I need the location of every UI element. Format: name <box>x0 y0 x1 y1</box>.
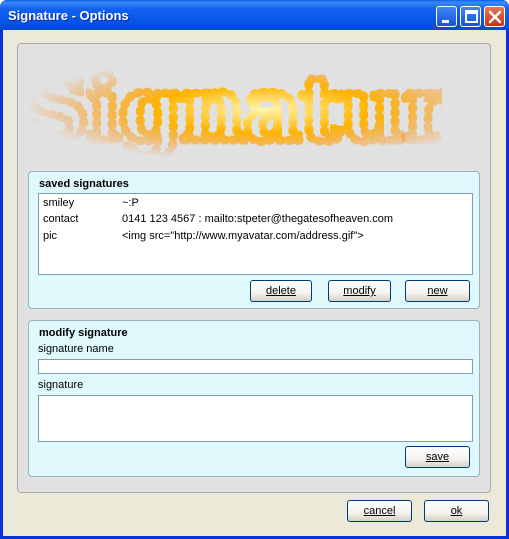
options-window: Signature - Options Signature <box>0 0 509 539</box>
minimize-icon <box>442 20 449 23</box>
list-item[interactable]: smiley ~:P <box>39 195 472 211</box>
svg-text:Signature: Signature <box>24 56 442 162</box>
signature-banner-logo: Signature <box>22 52 442 163</box>
options-panel: Signature saved signatures smiley ~:P co… <box>17 43 491 493</box>
save-button[interactable]: save <box>405 446 470 468</box>
modify-button[interactable]: modify <box>328 280 391 302</box>
modify-signature-group: modify signature signature name signatur… <box>28 320 480 477</box>
list-item[interactable]: contact 0141 123 4567 : mailto:stpeter@t… <box>39 211 472 227</box>
signature-value: ~:P <box>122 197 139 209</box>
dialog-body: Signature saved signatures smiley ~:P co… <box>3 30 506 536</box>
signature-label: signature <box>38 379 84 391</box>
close-button[interactable] <box>484 6 505 27</box>
close-icon <box>488 10 502 24</box>
list-item[interactable]: pic <img src="http://www.myavatar.com/ad… <box>39 228 472 244</box>
delete-button[interactable]: delete <box>250 280 312 302</box>
signature-textarea[interactable] <box>38 395 473 442</box>
signatures-list[interactable]: smiley ~:P contact 0141 123 4567 : mailt… <box>38 193 473 275</box>
signature-value: <img src="http://www.myavatar.com/addres… <box>122 230 364 242</box>
signature-name: contact <box>43 213 79 225</box>
ok-button[interactable]: ok <box>424 500 489 522</box>
window-title: Signature - Options <box>8 8 129 23</box>
saved-signatures-title: saved signatures <box>39 178 129 190</box>
minimize-button[interactable] <box>436 6 457 27</box>
saved-signatures-group: saved signatures smiley ~:P contact 0141… <box>28 171 480 309</box>
signature-value: 0141 123 4567 : mailto:stpeter@thegateso… <box>122 213 394 225</box>
cancel-button[interactable]: cancel <box>347 500 412 522</box>
maximize-button[interactable] <box>460 6 481 27</box>
new-button[interactable]: new <box>405 280 470 302</box>
signature-name: pic <box>43 230 58 242</box>
signature-name: smiley <box>43 197 75 209</box>
maximize-icon <box>465 10 478 23</box>
signature-name-label: signature name <box>38 343 114 355</box>
signature-name-input[interactable] <box>38 359 473 374</box>
title-bar[interactable]: Signature - Options <box>0 0 509 30</box>
modify-signature-title: modify signature <box>39 327 128 339</box>
